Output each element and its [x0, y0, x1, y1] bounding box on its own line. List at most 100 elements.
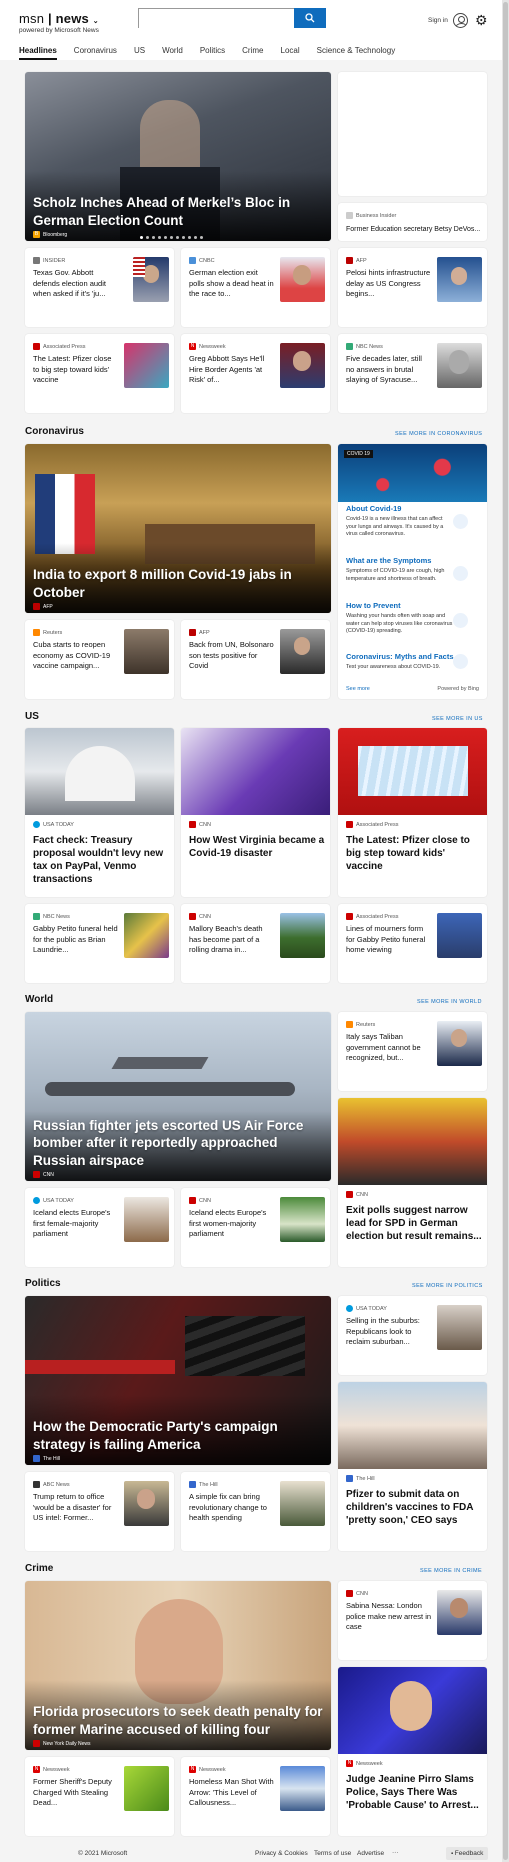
hero-title: India to export 8 million Covid-19 jabs … — [33, 567, 292, 600]
user-avatar-icon[interactable] — [453, 13, 468, 28]
story-source: NBC News — [346, 343, 383, 350]
story-source: N Newsweek — [33, 1766, 70, 1773]
story-source: NBC News — [33, 913, 70, 920]
covid-item-title[interactable]: Coronavirus: Myths and Facts — [346, 652, 454, 661]
covid-see-more[interactable]: See more — [346, 686, 370, 692]
story-card[interactable]: The Hill Pfizer to submit data on childr… — [338, 1382, 487, 1551]
nav-crime[interactable]: Crime — [242, 46, 263, 60]
story-card[interactable]: N Newsweek Homeless Man Shot With Arrow: … — [181, 1757, 330, 1836]
story-source: USA TODAY — [33, 821, 74, 828]
story-card[interactable]: USA TODAY Iceland elects Europe's first … — [25, 1188, 174, 1267]
story-title: Five decades later, still no answers in … — [346, 354, 422, 384]
story-card[interactable]: AFP Pelosi hints infrastructure delay as… — [338, 248, 487, 327]
story-card[interactable]: CNN Exit polls suggest narrow lead for S… — [338, 1098, 487, 1267]
story-card[interactable]: Associated Press The Latest: Pfizer clos… — [338, 728, 487, 897]
story-thumbnail — [124, 1481, 169, 1526]
story-card[interactable]: ABC News Trump return to office 'would b… — [25, 1472, 174, 1551]
hero-story-card[interactable]: Scholz Inches Ahead of Merkel’s Bloc in … — [25, 72, 331, 241]
nav-headlines[interactable]: Headlines — [19, 46, 57, 60]
story-thumbnail — [280, 1766, 325, 1811]
nav-world[interactable]: World — [162, 46, 183, 60]
scrollbar-thumb[interactable] — [503, 2, 508, 1860]
hero-photo-wing — [111, 1057, 209, 1069]
story-card[interactable]: Reuters Cuba starts to reopen economy as… — [25, 620, 174, 699]
story-card[interactable]: N Newsweek Judge Jeanine Pirro Slams Poli… — [338, 1667, 487, 1836]
story-card[interactable]: NBC News Gabby Petito funeral held for t… — [25, 904, 174, 983]
section-heading: Crime — [25, 1563, 54, 1574]
story-card[interactable]: NBC News Five decades later, still no an… — [338, 334, 487, 413]
story-card[interactable]: CNN Sabina Nessa: London police make new… — [338, 1581, 487, 1660]
covid-item-desc: Washing your hands often with soap and w… — [346, 613, 453, 634]
terms-link[interactable]: Terms of use — [314, 1850, 351, 1857]
cnn-icon — [33, 1171, 40, 1178]
covid-item-title[interactable]: How to Prevent — [346, 601, 401, 610]
feedback-button[interactable]: ▪ Feedback — [446, 1847, 489, 1860]
crime-hero-card[interactable]: Florida prosecutors to seek death penalt… — [25, 1581, 331, 1750]
story-card[interactable]: CNN Iceland elects Europe's first women-… — [181, 1188, 330, 1267]
story-source-label: Newsweek — [43, 1766, 70, 1773]
advertise-link[interactable]: Advertise — [357, 1850, 384, 1857]
world-hero-card[interactable]: Russian fighter jets escorted US Air For… — [25, 1012, 331, 1181]
story-card[interactable]: N Newsweek Former Sheriff's Deputy Charge… — [25, 1757, 174, 1836]
hero-title: Florida prosecutors to seek death penalt… — [33, 1704, 323, 1737]
msn-logo[interactable]: msn | news ⌄ powered by Microsoft News — [19, 11, 99, 34]
story-card[interactable]: USA TODAY Fact check: Treasury proposal … — [25, 728, 174, 897]
story-card[interactable]: INSIDER Texas Gov. Abbott defends electi… — [25, 248, 174, 327]
nav-coronavirus[interactable]: Coronavirus — [74, 46, 117, 60]
see-more-link[interactable]: SEE MORE IN US — [432, 716, 483, 722]
search-button[interactable] — [294, 8, 326, 28]
covid-item-title[interactable]: What are the Symptoms — [346, 556, 431, 565]
story-card[interactable]: AFP Back from UN, Bolsonaro son tests po… — [181, 620, 330, 699]
see-more-link[interactable]: SEE MORE IN POLITICS — [412, 1283, 483, 1289]
story-image — [338, 1667, 487, 1754]
privacy-link[interactable]: Privacy & Cookies — [255, 1850, 308, 1857]
nav-science-technology[interactable]: Science & Technology — [317, 46, 396, 60]
ap-icon — [346, 913, 353, 920]
msn-news-page: msn | news ⌄ powered by Microsoft News S… — [0, 0, 509, 1862]
covid-item-title[interactable]: About Covid-19 — [346, 504, 401, 513]
side-story-card[interactable]: Business Insider Former Education secret… — [338, 203, 487, 241]
story-source-label: Associated Press — [356, 913, 399, 920]
corona-hero-card[interactable]: India to export 8 million Covid-19 jabs … — [25, 444, 331, 613]
story-thumbnail — [437, 1305, 482, 1350]
the-hill-icon — [33, 1455, 40, 1462]
covid-info-panel: COVID 19 About Covid-19 Covid-19 is a ne… — [338, 444, 487, 699]
story-card[interactable]: CNN Mallory Beach's death has become par… — [181, 904, 330, 983]
page-scrollbar[interactable] — [502, 0, 509, 1862]
story-card[interactable]: N Newsweek Greg Abbott Says He'll Hire Bo… — [181, 334, 330, 413]
story-thumbnail — [280, 1481, 325, 1526]
nav-us[interactable]: US — [134, 46, 145, 60]
see-more-link[interactable]: SEE MORE IN CRIME — [420, 1568, 482, 1574]
story-card[interactable]: CNBC German election exit polls show a d… — [181, 248, 330, 327]
category-nav: Headlines Coronavirus US World Politics … — [19, 46, 412, 60]
sign-in-link[interactable]: Sign in — [428, 17, 448, 24]
politics-hero-card[interactable]: How the Democratic Party's campaign stra… — [25, 1296, 331, 1465]
chevron-down-icon: ⌄ — [92, 18, 99, 25]
story-thumbnail — [124, 629, 169, 674]
carousel-dots[interactable] — [140, 236, 206, 239]
story-card[interactable]: The Hill A simple fix can bring revoluti… — [181, 1472, 330, 1551]
section-heading: Politics — [25, 1278, 61, 1289]
story-source: N Newsweek — [189, 1766, 226, 1773]
story-title: How West Virginia became a Covid-19 disa… — [189, 835, 325, 859]
see-more-link[interactable]: SEE MORE IN WORLD — [417, 999, 482, 1005]
story-thumbnail — [124, 1766, 169, 1811]
story-card[interactable]: CNN How West Virginia became a Covid-19 … — [181, 728, 330, 897]
nav-local[interactable]: Local — [281, 46, 300, 60]
story-card[interactable]: Associated Press The Latest: Pfizer clos… — [25, 334, 174, 413]
newsweek-icon: N — [346, 1760, 353, 1767]
nav-politics[interactable]: Politics — [200, 46, 225, 60]
gear-icon[interactable]: ⚙ — [475, 13, 488, 27]
story-card[interactable]: Associated Press Lines of mourners form … — [338, 904, 487, 983]
nbc-icon — [33, 913, 40, 920]
search-input[interactable] — [139, 10, 294, 28]
cnn-icon — [189, 821, 196, 828]
story-source: CNN — [346, 1191, 368, 1198]
more-options-icon[interactable]: ··· — [392, 1849, 399, 1856]
covid-badge: COVID 19 — [344, 450, 373, 458]
story-card[interactable]: USA TODAY Selling in the suburbs: Republ… — [338, 1296, 487, 1375]
story-source-label: Newsweek — [199, 343, 226, 350]
covid-item-desc: Covid-19 is a new illness that can affec… — [346, 516, 444, 537]
see-more-link[interactable]: SEE MORE IN CORONAVIRUS — [395, 431, 482, 437]
story-card[interactable]: Reuters Italy says Taliban government ca… — [338, 1012, 487, 1091]
